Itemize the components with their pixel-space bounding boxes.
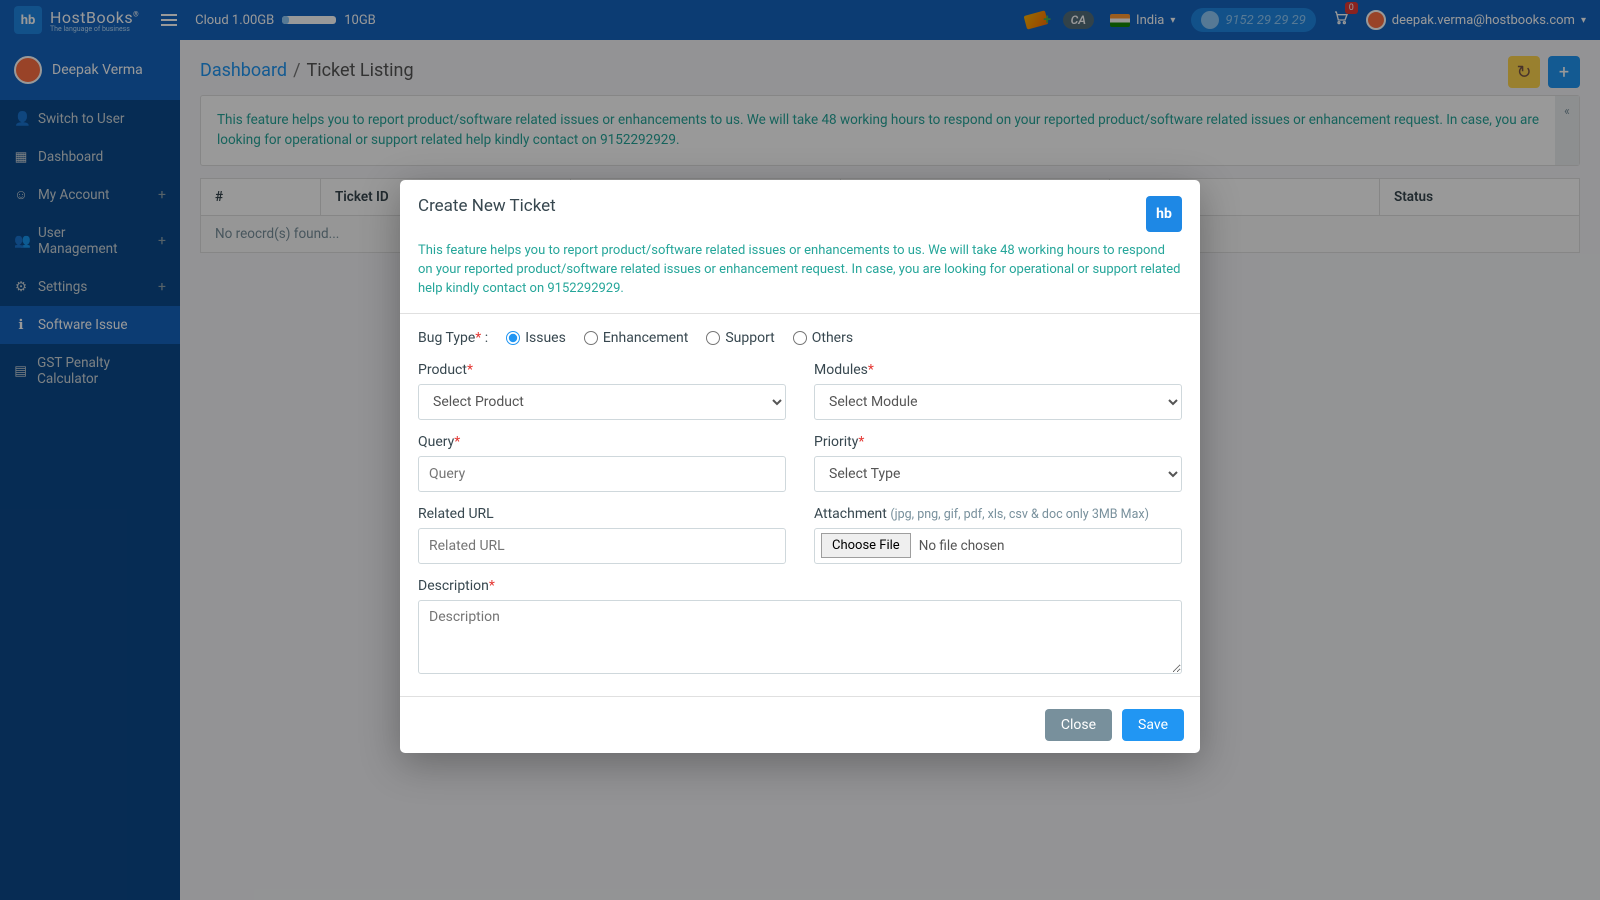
related-url-input[interactable] [418, 528, 786, 564]
radio-support[interactable]: Support [706, 330, 774, 346]
priority-select[interactable]: Select Type [814, 456, 1182, 492]
product-select[interactable]: Select Product [418, 384, 786, 420]
description-label: Description* [418, 578, 1182, 594]
file-chosen-text: No file chosen [919, 538, 1005, 554]
modal-title: Create New Ticket [418, 196, 556, 216]
modal-overlay[interactable]: Create New Ticket hb This feature helps … [0, 0, 1600, 900]
field-related-url: Related URL [418, 506, 786, 564]
radio-others[interactable]: Others [793, 330, 853, 346]
file-input-wrap[interactable]: Choose File No file chosen [814, 528, 1182, 564]
choose-file-button[interactable]: Choose File [821, 533, 911, 558]
related-url-label: Related URL [418, 506, 786, 522]
create-ticket-modal: Create New Ticket hb This feature helps … [400, 180, 1200, 753]
field-modules: Modules* Select Module [814, 362, 1182, 420]
radio-enhancement[interactable]: Enhancement [584, 330, 689, 346]
modal-info-text: This feature helps you to report product… [400, 242, 1200, 314]
query-input[interactable] [418, 456, 786, 492]
field-query: Query* [418, 434, 786, 492]
radio-issues[interactable]: Issues [506, 330, 566, 346]
description-textarea[interactable] [418, 600, 1182, 674]
bug-type-label: Bug Type* : [418, 330, 488, 346]
field-attachment: Attachment (jpg, png, gif, pdf, xls, csv… [814, 506, 1182, 564]
module-select[interactable]: Select Module [814, 384, 1182, 420]
modal-logo-icon: hb [1146, 196, 1182, 232]
modules-label: Modules* [814, 362, 1182, 378]
bug-type-row: Bug Type* : Issues Enhancement Support O… [418, 330, 1182, 346]
product-label: Product* [418, 362, 786, 378]
attachment-label: Attachment (jpg, png, gif, pdf, xls, csv… [814, 506, 1182, 522]
priority-label: Priority* [814, 434, 1182, 450]
field-description: Description* [418, 578, 1182, 678]
close-button[interactable]: Close [1045, 709, 1112, 741]
save-button[interactable]: Save [1122, 709, 1184, 741]
query-label: Query* [418, 434, 786, 450]
field-product: Product* Select Product [418, 362, 786, 420]
field-priority: Priority* Select Type [814, 434, 1182, 492]
